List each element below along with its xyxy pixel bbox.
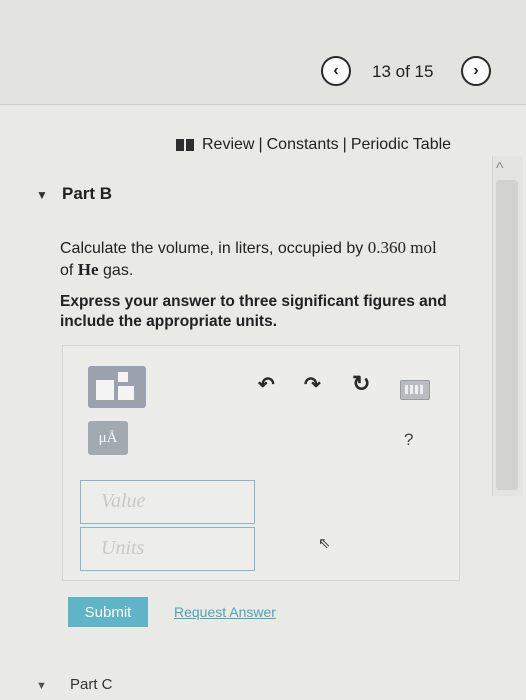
value-input[interactable]: Value (80, 480, 255, 524)
reset-icon[interactable]: ↻ (352, 371, 370, 397)
resource-links: Review | Constants | Periodic Table (176, 136, 451, 154)
part-b-title[interactable]: Part B (62, 184, 112, 204)
caret-down-icon[interactable]: ▼ (36, 680, 47, 692)
instruction-text: Express your answer to three significant… (60, 293, 447, 330)
mouse-cursor-icon: ⇖ (318, 535, 331, 552)
part-c-title[interactable]: Part C (70, 676, 113, 693)
scroll-up-icon[interactable]: ^ (496, 160, 504, 178)
units-symbols-button[interactable]: μÅ (88, 421, 128, 455)
request-answer-link[interactable]: Request Answer (174, 604, 276, 620)
periodic-table-link[interactable]: Periodic Table (351, 136, 451, 154)
constants-link[interactable]: Constants (267, 136, 339, 154)
units-input[interactable]: Units (80, 527, 255, 571)
review-link[interactable]: Review (202, 136, 254, 154)
question-post: gas. (98, 262, 134, 279)
link-separator: | (342, 136, 347, 153)
header-bar (0, 0, 526, 105)
next-button[interactable]: › (461, 56, 491, 86)
previous-button[interactable]: ‹ (321, 56, 351, 86)
species: He (77, 260, 99, 279)
link-separator: | (258, 136, 263, 153)
redo-icon[interactable]: ↷ (304, 372, 321, 397)
question-pre: Calculate the volume, in liters, occupie… (60, 240, 368, 257)
amount: 0.360 mol (367, 238, 437, 257)
help-icon[interactable]: ? (404, 430, 413, 450)
chevron-right-icon: › (473, 62, 479, 79)
caret-down-icon[interactable]: ▼ (36, 188, 48, 202)
scrollbar-thumb[interactable] (496, 180, 518, 490)
page-count: 13 of 15 (372, 62, 434, 81)
question-text: Calculate the volume, in liters, occupie… (60, 237, 470, 281)
book-icon (176, 139, 194, 151)
templates-icon[interactable] (88, 366, 146, 408)
chevron-left-icon: ‹ (333, 62, 339, 79)
keyboard-icon[interactable] (400, 380, 430, 400)
submit-button[interactable]: Submit (68, 597, 148, 627)
question-mid: of (60, 262, 78, 279)
undo-icon[interactable]: ↶ (258, 372, 275, 397)
